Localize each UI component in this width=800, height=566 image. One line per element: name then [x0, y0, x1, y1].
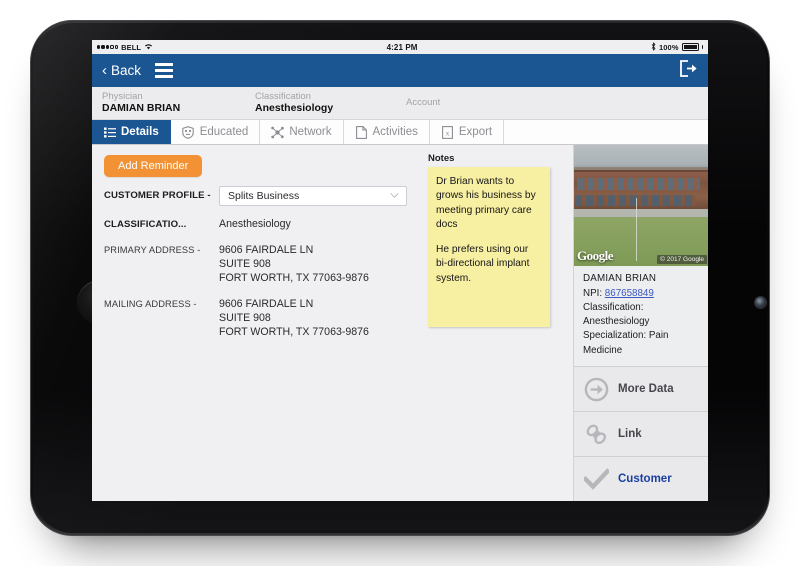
hamburger-menu-icon[interactable]: [155, 63, 174, 78]
battery-nub: [701, 45, 703, 49]
link-label: Link: [618, 428, 642, 440]
tab-bar: Details Educated Network Activities x Ex…: [92, 120, 708, 145]
notes-paragraph-2: He prefers using our bi-directional impl…: [436, 243, 530, 284]
details-panel: Add Reminder CUSTOMER PROFILE - Splits B…: [92, 145, 573, 501]
more-data-button[interactable]: More Data: [574, 366, 708, 411]
add-reminder-button[interactable]: Add Reminder: [104, 155, 203, 177]
mailing-address-line2: SUITE 908: [219, 311, 271, 324]
record-value-physician: DAMIAN BRIAN: [102, 102, 181, 115]
tab-details-label: Details: [121, 126, 159, 138]
network-icon: [271, 126, 285, 139]
field-value-mailing-address: 9606 FAIRDALE LN SUITE 908 FORT WORTH, T…: [219, 295, 369, 340]
street-view-image[interactable]: Google © 2017 Google: [574, 145, 708, 267]
record-field-physician: Physician DAMIAN BRIAN: [102, 91, 255, 115]
back-button[interactable]: ‹ Back: [102, 61, 142, 79]
signal-strength-icon: [97, 45, 119, 49]
field-value-primary-address: 9606 FAIRDALE LN SUITE 908 FORT WORTH, T…: [219, 241, 369, 286]
primary-address-line1: 9606 FAIRDALE LN: [219, 243, 314, 256]
npi-label: NPI:: [583, 287, 603, 299]
excel-icon: x: [441, 125, 454, 139]
tab-details[interactable]: Details: [92, 120, 171, 144]
status-bar-left: BELL: [97, 43, 153, 52]
sidewalk: [574, 209, 708, 217]
tab-educated-label: Educated: [199, 126, 249, 138]
map-attribution: © 2017 Google: [657, 255, 707, 265]
logout-icon[interactable]: [679, 59, 698, 82]
notes-title: Notes: [428, 153, 455, 164]
list-icon: [103, 126, 116, 139]
back-button-label: Back: [111, 63, 142, 78]
record-label-classification: Classification: [255, 91, 311, 103]
record-label-physician: Physician: [102, 91, 143, 103]
building-windows-upper: [576, 177, 700, 190]
physician-npi-row: NPI: 867658849: [583, 287, 700, 301]
arrow-right-circle-icon: [583, 376, 609, 402]
wifi-icon: [144, 43, 153, 52]
more-data-label: More Data: [618, 383, 674, 395]
mailing-address-line1: 9606 FAIRDALE LN: [219, 297, 314, 310]
link-button[interactable]: Link: [574, 411, 708, 456]
customer-profile-selected-value: Splits Business: [228, 190, 300, 202]
field-label-classification: CLASSIFICATIO...: [104, 219, 187, 230]
chevron-down-icon: [390, 193, 399, 198]
specialization-value: Specialization: Pain Medicine: [583, 330, 669, 356]
screenshot-stage: BELL 4:21 PM 100% ‹ Back Physician DAMIA…: [0, 0, 800, 566]
customer-label: Customer: [618, 473, 672, 485]
physician-name: DAMIAN BRIAN: [583, 273, 657, 285]
status-bar-clock: 4:21 PM: [386, 42, 418, 52]
tab-activities[interactable]: Activities: [343, 120, 430, 144]
sidebar-actions: More Data Link Customer: [574, 366, 708, 501]
field-label-primary-address: PRIMARY ADDRESS -: [104, 244, 201, 255]
customer-profile-select[interactable]: Splits Business: [219, 186, 407, 206]
tab-bar-filler: [504, 120, 708, 144]
notes-section: Notes Dr Brian wants to grows his busine…: [428, 153, 550, 327]
app-navbar: ‹ Back: [92, 54, 708, 87]
battery-percent-label: 100%: [659, 42, 679, 52]
tab-activities-label: Activities: [372, 126, 418, 138]
primary-address-line2: SUITE 908: [219, 257, 271, 270]
chevron-left-icon: ‹: [102, 61, 107, 79]
record-field-classification: Classification Anesthesiology: [255, 91, 406, 115]
field-label-customer-profile: CUSTOMER PROFILE -: [104, 190, 211, 201]
right-sidebar: Google © 2017 Google DAMIAN BRIAN NPI: 8…: [573, 145, 708, 501]
customer-button[interactable]: Customer: [574, 456, 708, 501]
classification-label: Classification:: [583, 301, 644, 313]
document-icon: [355, 125, 368, 139]
tab-network[interactable]: Network: [260, 120, 344, 144]
npi-link[interactable]: 867658849: [605, 288, 654, 299]
record-field-account: Account: [406, 97, 556, 108]
record-label-account: Account: [406, 97, 441, 109]
tab-network-label: Network: [289, 126, 332, 138]
tab-export-label: Export: [458, 126, 493, 138]
google-logo: Google: [577, 248, 614, 264]
front-camera: [755, 297, 766, 308]
primary-address-line3: FORT WORTH, TX 77063-9876: [219, 271, 369, 284]
notes-card[interactable]: Dr Brian wants to grows his business by …: [428, 167, 550, 327]
mailing-address-line3: FORT WORTH, TX 77063-9876: [219, 325, 369, 338]
light-pole: [635, 198, 638, 262]
app-screen: BELL 4:21 PM 100% ‹ Back Physician DAMIA…: [92, 40, 708, 501]
field-value-classification: Anesthesiology: [219, 218, 291, 230]
notes-paragraph-1: Dr Brian wants to grows his business by …: [436, 176, 536, 231]
record-header: Physician DAMIAN BRIAN Classification An…: [92, 87, 708, 120]
svg-text:x: x: [445, 128, 449, 137]
status-bar-right: 100%: [651, 41, 703, 53]
content-area: Add Reminder CUSTOMER PROFILE - Splits B…: [92, 145, 708, 501]
ios-status-bar: BELL 4:21 PM 100%: [92, 40, 708, 54]
battery-icon: [681, 43, 699, 51]
carrier-label: BELL: [121, 42, 142, 52]
tab-export[interactable]: x Export: [429, 120, 505, 144]
classification-value: Anesthesiology: [583, 316, 650, 328]
field-label-mailing-address: MAILING ADDRESS -: [104, 298, 197, 309]
physician-info-card: DAMIAN BRIAN NPI: 867658849 Classificati…: [574, 266, 708, 366]
record-value-classification: Anesthesiology: [255, 102, 334, 115]
checkmark-icon: [583, 466, 609, 492]
chain-link-icon: [583, 421, 609, 447]
shield-icon: [182, 125, 195, 139]
bluetooth-icon: [651, 41, 656, 53]
tab-educated[interactable]: Educated: [170, 120, 261, 144]
